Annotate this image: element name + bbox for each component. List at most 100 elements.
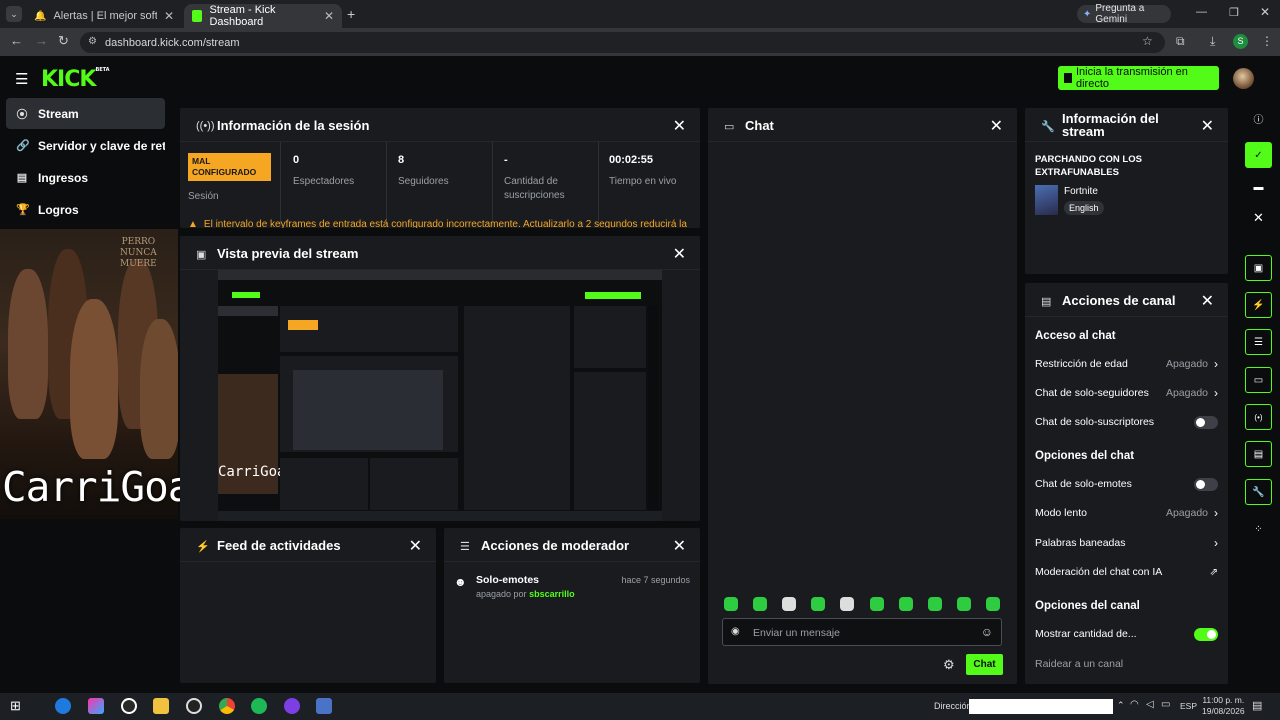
go-live-button[interactable]: Inicia la transmisión en directo: [1058, 66, 1219, 90]
emote-7[interactable]: [899, 597, 913, 611]
edge-icon[interactable]: [55, 698, 71, 714]
window-close-icon[interactable]: ✕: [1260, 5, 1270, 19]
url-text: dashboard.kick.com/stream: [105, 36, 240, 49]
spotify-icon[interactable]: [251, 698, 267, 714]
subscriptions-count: -: [504, 154, 508, 166]
notification-center-icon[interactable]: ▤: [1252, 699, 1262, 712]
download-icon[interactable]: ⤓: [1210, 34, 1215, 49]
emoji-picker-icon[interactable]: ☺: [981, 625, 993, 639]
file-explorer-icon[interactable]: [153, 698, 169, 714]
chat-settings-gear-icon[interactable]: ⚙: [943, 657, 955, 673]
close-icon[interactable]: ✕: [409, 536, 422, 556]
language-indicator[interactable]: ESP: [1180, 701, 1197, 711]
ai-moderation-row[interactable]: Moderación del chat con IA ⇗: [1035, 561, 1218, 583]
emotes-only-toggle[interactable]: [1194, 477, 1218, 491]
maximize-icon[interactable]: ❐: [1229, 6, 1239, 19]
emote-5[interactable]: [840, 597, 854, 611]
layout-icon[interactable]: ▬: [1245, 174, 1272, 200]
obs-icon[interactable]: [186, 698, 202, 714]
copilot-icon[interactable]: [88, 698, 104, 714]
preview-toggle-icon[interactable]: ▣: [1245, 255, 1272, 281]
tab-stream[interactable]: Stream - Kick Dashboard ✕: [184, 4, 342, 28]
close-icon[interactable]: ✕: [164, 9, 174, 23]
hamburger-menu-icon[interactable]: ☰: [15, 70, 28, 88]
tray-arrow-icon[interactable]: ⌃: [1117, 700, 1125, 711]
banned-words-row[interactable]: Palabras baneadas ›: [1035, 532, 1218, 554]
panel-title: Acciones de moderador: [481, 538, 630, 553]
new-tab-button[interactable]: +: [347, 6, 355, 22]
age-restriction-row[interactable]: Restricción de edad Apagado ›: [1035, 353, 1218, 375]
extensions-icon[interactable]: ⧉: [1176, 34, 1185, 49]
chrome-icon[interactable]: [219, 698, 235, 714]
bookmark-star-icon[interactable]: ☆: [1142, 34, 1153, 48]
subscribers-only-row: Chat de solo-suscriptores: [1035, 411, 1218, 433]
chat-input[interactable]: ◉ Enviar un mensaje ☺: [722, 618, 1002, 646]
browser-menu-icon[interactable]: ⋮: [1261, 34, 1273, 48]
mod-username[interactable]: sbscarrillo: [529, 589, 575, 599]
forward-icon[interactable]: →: [35, 33, 48, 48]
wifi-icon[interactable]: ◠: [1130, 699, 1139, 710]
emote-1[interactable]: [724, 597, 738, 611]
lightning-toggle-icon[interactable]: ⚡: [1245, 292, 1272, 318]
sidebar-item-stream[interactable]: ⦿ Stream: [6, 98, 165, 129]
address-toolbar-input[interactable]: [969, 699, 1113, 714]
close-icon[interactable]: ✕: [673, 116, 686, 136]
list-toggle-icon[interactable]: ☰: [1245, 329, 1272, 355]
close-icon[interactable]: ✕: [324, 9, 334, 23]
tab-alertas[interactable]: 🔔 Alertas | El mejor software para ✕: [26, 4, 182, 28]
chat-placeholder: Enviar un mensaje: [753, 627, 840, 639]
back-icon[interactable]: ←: [10, 33, 23, 48]
broadcast-toggle-icon[interactable]: (•): [1245, 404, 1272, 430]
emote-4[interactable]: [811, 597, 825, 611]
emote-9[interactable]: [957, 597, 971, 611]
windows-start-icon[interactable]: ⊞: [10, 698, 26, 714]
clock-app-icon[interactable]: [121, 698, 137, 714]
row-label: Chat de solo-emotes: [1035, 478, 1132, 490]
slow-mode-row[interactable]: Modo lento Apagado ›: [1035, 502, 1218, 524]
wrench-toggle-icon[interactable]: 🔧: [1245, 479, 1272, 505]
emote-3[interactable]: [782, 597, 796, 611]
emote-6[interactable]: [870, 597, 884, 611]
user-avatar[interactable]: [1233, 68, 1254, 89]
gemini-button[interactable]: ✦ Pregunta a Gemini: [1077, 3, 1171, 25]
channel-actions-toggle-icon[interactable]: ▤: [1245, 441, 1272, 467]
chat-toggle-icon[interactable]: ▭: [1245, 367, 1272, 393]
battery-icon[interactable]: ▭: [1161, 699, 1170, 710]
panel-title: Acciones de canal: [1062, 293, 1176, 308]
close-icon[interactable]: ✕: [1201, 116, 1214, 136]
url-bar[interactable]: dashboard.kick.com/stream: [80, 32, 1165, 53]
row-label: Restricción de edad: [1035, 358, 1128, 370]
speaker-icon[interactable]: ◁: [1146, 699, 1154, 710]
stream-preview-video[interactable]: CarriGoat: [218, 270, 662, 521]
show-count-toggle[interactable]: [1194, 627, 1218, 641]
sidebar-item-server-key[interactable]: 🔗 Servidor y clave de retransmisión: [6, 130, 165, 161]
sidebar-item-achievements[interactable]: 🏆 Logros: [6, 194, 165, 225]
site-info-icon[interactable]: ⚙: [88, 36, 97, 47]
emote-8[interactable]: [928, 597, 942, 611]
sidebar-item-revenue[interactable]: ▤ Ingresos: [6, 162, 165, 193]
checkmark-icon[interactable]: ✓: [1245, 142, 1272, 168]
shield-app-icon[interactable]: [316, 698, 332, 714]
raid-channel-row[interactable]: Raidear a un canal: [1035, 653, 1218, 675]
reload-icon[interactable]: ↻: [58, 33, 69, 49]
tab-search-icon[interactable]: ⌄: [6, 6, 22, 22]
close-icon[interactable]: ✕: [1201, 291, 1214, 311]
chat-emote-icon[interactable]: ◉: [731, 626, 740, 637]
subscribers-only-toggle[interactable]: [1194, 415, 1218, 429]
minimize-icon[interactable]: —: [1196, 6, 1207, 18]
chat-send-button[interactable]: Chat: [966, 654, 1003, 675]
info-icon[interactable]: ⓘ: [1245, 105, 1272, 131]
kick-logo[interactable]: KICKBETA: [41, 67, 110, 92]
row-label: Mostrar cantidad de...: [1035, 628, 1137, 640]
close-icon[interactable]: ✕: [673, 536, 686, 556]
close-icon[interactable]: ✕: [673, 244, 686, 264]
emote-2[interactable]: [753, 597, 767, 611]
apps-icon[interactable]: ⁘: [1245, 516, 1272, 542]
emote-10[interactable]: [986, 597, 1000, 611]
clock[interactable]: 11:00 p. m. 19/08/2026: [1202, 695, 1245, 717]
discord-icon[interactable]: [284, 698, 300, 714]
profile-avatar[interactable]: S: [1233, 34, 1248, 49]
close-icon[interactable]: ✕: [1245, 205, 1272, 231]
close-icon[interactable]: ✕: [990, 116, 1003, 136]
followers-only-row[interactable]: Chat de solo-seguidores Apagado ›: [1035, 382, 1218, 404]
